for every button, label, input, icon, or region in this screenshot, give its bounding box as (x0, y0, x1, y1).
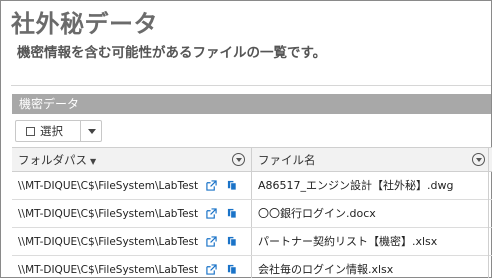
table-row[interactable]: \\MT-DIQUE\C$\FileSystem\LabTest A86517_… (12, 172, 492, 200)
column-header-folder-path[interactable]: フォルダパス ▼ (12, 148, 252, 171)
open-external-icon[interactable] (206, 180, 217, 191)
file-name-cell: A86517_エンジン設計【社外秘】.dwg (258, 179, 454, 192)
column-header-file-name[interactable]: ファイル名 (252, 148, 492, 171)
folder-path-cell: \\MT-DIQUE\C$\FileSystem\LabTest (12, 228, 252, 255)
select-dropdown-button[interactable] (80, 121, 102, 141)
column-header-label: フォルダパス (18, 153, 87, 167)
file-name-cell: 〇〇銀行ログイン.docx (258, 207, 376, 220)
select-button-label: 選択 (40, 124, 63, 138)
folder-path-cell: \\MT-DIQUE\C$\FileSystem\LabTest (12, 172, 252, 199)
page-description: 機密情報を含む可能性があるファイルの一覧です。 (17, 45, 327, 61)
folder-path-text: \\MT-DIQUE\C$\FileSystem\LabTest (18, 208, 199, 220)
file-name-cell: 会社毎のログイン情報.xlsx (258, 263, 394, 276)
filter-icon[interactable] (232, 153, 245, 166)
select-button[interactable]: 選択 (16, 121, 80, 141)
open-external-icon[interactable] (206, 236, 217, 247)
open-external-icon[interactable] (206, 208, 217, 219)
folder-path-text: \\MT-DIQUE\C$\FileSystem\LabTest (18, 264, 199, 276)
toolbar: 選択 (12, 114, 491, 145)
divider (11, 85, 491, 86)
grid-right-border (488, 147, 489, 278)
table-row[interactable]: \\MT-DIQUE\C$\FileSystem\LabTest 会社毎のログイ… (12, 256, 492, 278)
panel-title: 機密データ (19, 97, 80, 111)
page-title: 社外秘データ (11, 10, 158, 38)
panel-header: 機密データ (12, 94, 491, 114)
open-external-icon[interactable] (206, 264, 217, 275)
folder-path-cell: \\MT-DIQUE\C$\FileSystem\LabTest (12, 200, 252, 227)
column-header-label: ファイル名 (258, 153, 316, 167)
window-frame: 社外秘データ 機密情報を含む可能性があるファイルの一覧です。 機密データ 選択 … (0, 0, 492, 278)
chevron-down-icon (88, 129, 96, 134)
checkbox-icon (26, 127, 35, 136)
copy-icon[interactable] (227, 236, 238, 247)
table-header-row: フォルダパス ▼ ファイル名 (12, 148, 492, 172)
folder-path-text: \\MT-DIQUE\C$\FileSystem\LabTest (18, 236, 199, 248)
copy-icon[interactable] (227, 208, 238, 219)
filter-icon[interactable] (472, 153, 485, 166)
sort-descending-icon: ▼ (90, 157, 97, 166)
select-button-group: 選択 (15, 120, 102, 142)
table-row[interactable]: \\MT-DIQUE\C$\FileSystem\LabTest パートナー契約… (12, 228, 492, 256)
table-row[interactable]: \\MT-DIQUE\C$\FileSystem\LabTest 〇〇銀行ログイ… (12, 200, 492, 228)
folder-path-cell: \\MT-DIQUE\C$\FileSystem\LabTest (12, 256, 252, 278)
copy-icon[interactable] (227, 264, 238, 275)
data-grid: フォルダパス ▼ ファイル名 \\MT-DIQUE\C$\FileSystem\L… (12, 147, 492, 278)
copy-icon[interactable] (227, 180, 238, 191)
folder-path-text: \\MT-DIQUE\C$\FileSystem\LabTest (18, 180, 199, 192)
file-name-cell: パートナー契約リスト【機密】.xlsx (258, 235, 438, 248)
